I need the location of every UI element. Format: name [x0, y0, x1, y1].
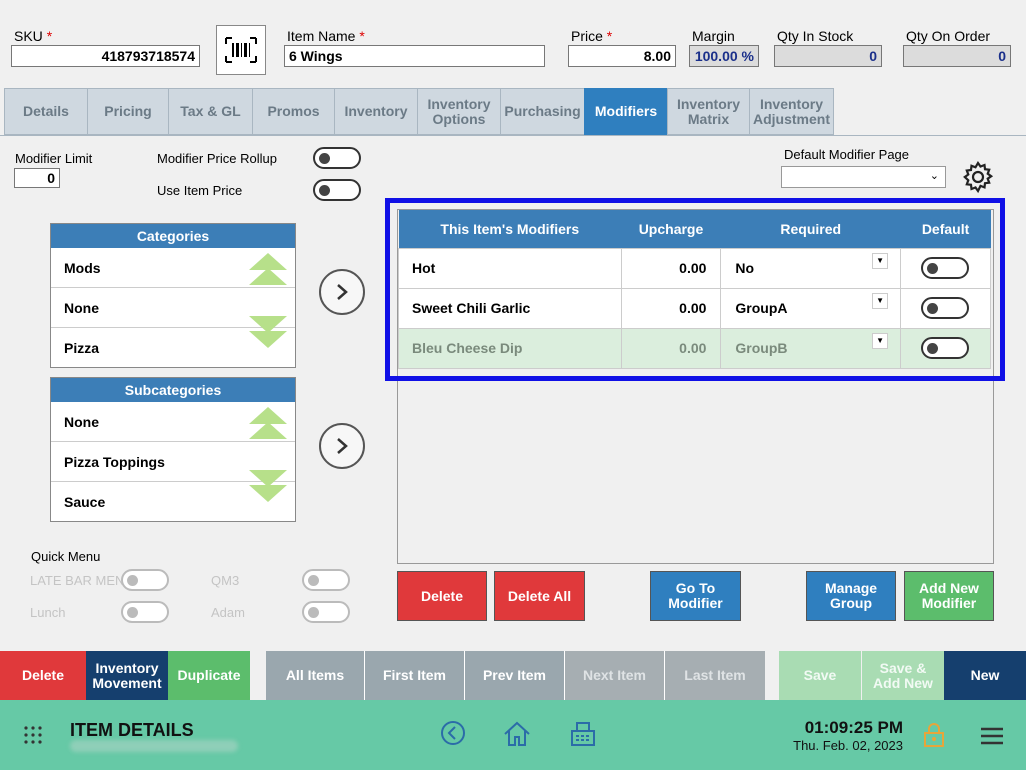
save-button[interactable]: Save: [779, 651, 861, 700]
category-label: None: [64, 299, 99, 316]
qty-in-stock-field: 0: [774, 45, 882, 67]
tab-inventory-adjustment[interactable]: Inventory Adjustment: [749, 88, 834, 135]
quick-menu-item-label: Lunch: [30, 605, 66, 620]
default-page-label: Default Modifier Page: [784, 147, 910, 162]
tab-purchasing[interactable]: Purchasing: [500, 88, 585, 135]
clock-time: 01:09:25 PM: [804, 718, 903, 737]
subcategory-label: None: [64, 413, 99, 430]
quick-menu-toggle[interactable]: [302, 569, 350, 591]
category-scroll-arrows: [249, 253, 287, 363]
price-rollup-toggle[interactable]: [313, 147, 361, 169]
category-label: Mods: [64, 259, 101, 276]
home-icon[interactable]: [502, 720, 532, 751]
use-item-price-label: Use Item Price: [157, 183, 243, 198]
margin-label: Margin: [692, 28, 735, 44]
delete-modifier-button[interactable]: Delete: [397, 571, 487, 621]
scroll-bottom-icon[interactable]: [249, 485, 287, 502]
category-label: Pizza: [64, 340, 100, 356]
prev-item-button[interactable]: Prev Item: [465, 651, 565, 700]
quick-menu-item-label: QM3: [211, 573, 240, 588]
quick-menu-toggle[interactable]: [121, 569, 169, 591]
quick-menu-title: Quick Menu: [31, 549, 101, 564]
price-field[interactable]: 8.00: [568, 45, 676, 67]
use-item-price-toggle[interactable]: [313, 179, 361, 201]
qty-in-stock-label: Qty In Stock: [777, 28, 854, 44]
tab-modifiers[interactable]: Modifiers: [584, 88, 668, 135]
margin-field: 100.00 %: [689, 45, 759, 67]
tab-pricing[interactable]: Pricing: [87, 88, 169, 135]
next-item-button[interactable]: Next Item: [565, 651, 665, 700]
qty-on-order-field: 0: [903, 45, 1011, 67]
save-add-new-button[interactable]: Save & Add New: [862, 651, 944, 700]
subcategories-title: Subcategories: [51, 378, 295, 402]
scroll-up-icon[interactable]: [249, 422, 287, 439]
quick-menu-toggle[interactable]: [121, 601, 169, 623]
delete-all-button[interactable]: Delete All: [494, 571, 585, 621]
subcategories-panel: Subcategories None Pizza Toppings Sauce: [50, 377, 296, 522]
add-new-modifier-button[interactable]: Add New Modifier: [904, 571, 994, 621]
categories-title: Categories: [51, 224, 295, 248]
tab-divider: [0, 135, 1026, 136]
sku-field[interactable]: 418793718574: [11, 45, 200, 67]
inventory-movement-button[interactable]: Inventory Movement: [86, 651, 168, 700]
first-item-button[interactable]: First Item: [365, 651, 465, 700]
scroll-up-icon[interactable]: [249, 268, 287, 285]
chevron-down-icon: ⌄: [929, 170, 939, 182]
item-name-label: Item Name *: [287, 28, 365, 44]
modifier-limit-label: Modifier Limit: [15, 151, 93, 166]
all-items-button[interactable]: All Items: [266, 651, 365, 700]
barcode-icon[interactable]: [216, 25, 266, 75]
add-category-button[interactable]: [319, 269, 365, 315]
toolbar-gap: [250, 651, 266, 700]
chevron-right-icon: [337, 284, 348, 300]
categories-panel: Categories Mods None Pizza: [50, 223, 296, 368]
qty-on-order-label: Qty On Order: [906, 28, 991, 44]
manage-group-button[interactable]: Manage Group: [806, 571, 896, 621]
tab-tax-gl[interactable]: Tax & GL: [168, 88, 253, 135]
price-rollup-label: Modifier Price Rollup: [157, 151, 277, 166]
page-title: ITEM DETAILS: [70, 720, 194, 740]
chevron-right-icon: [337, 438, 348, 454]
last-item-button[interactable]: Last Item: [665, 651, 765, 700]
price-label: Price *: [571, 28, 613, 44]
default-page-select[interactable]: ⌄: [781, 166, 946, 188]
tab-inventory-matrix[interactable]: Inventory Matrix: [667, 88, 750, 135]
modifier-limit-field[interactable]: 0: [14, 168, 60, 188]
item-name-field[interactable]: 6 Wings: [284, 45, 545, 67]
menu-icon[interactable]: [980, 726, 1004, 749]
store-name-blurred: [70, 740, 238, 752]
scroll-bottom-icon[interactable]: [249, 331, 287, 348]
register-icon[interactable]: [569, 720, 597, 751]
quick-menu-item-label: Adam: [211, 605, 245, 620]
sku-label: SKU *: [14, 28, 53, 44]
apps-grid-icon[interactable]: [24, 726, 42, 747]
back-icon[interactable]: [440, 720, 466, 749]
duplicate-button[interactable]: Duplicate: [168, 651, 250, 700]
quick-menu-toggle[interactable]: [302, 601, 350, 623]
new-item-button[interactable]: New: [944, 651, 1026, 700]
tab-inventory[interactable]: Inventory: [334, 88, 418, 135]
subcategory-scroll-arrows: [249, 407, 287, 517]
subcategory-label: Sauce: [64, 494, 106, 510]
tab-details[interactable]: Details: [4, 88, 88, 135]
tab-inventory-options[interactable]: Inventory Options: [417, 88, 501, 135]
clock-date: Thu. Feb. 02, 2023: [793, 738, 903, 753]
tab-promos[interactable]: Promos: [252, 88, 335, 135]
add-subcategory-button[interactable]: [319, 423, 365, 469]
highlight-box: [385, 198, 1005, 381]
gear-icon[interactable]: [961, 160, 995, 197]
go-to-modifier-button[interactable]: Go To Modifier: [650, 571, 741, 621]
quick-menu-item-label: LATE BAR MENU: [30, 573, 134, 588]
subcategory-label: Pizza Toppings: [64, 453, 165, 470]
delete-item-button[interactable]: Delete: [0, 651, 86, 700]
lock-icon[interactable]: [923, 722, 945, 751]
